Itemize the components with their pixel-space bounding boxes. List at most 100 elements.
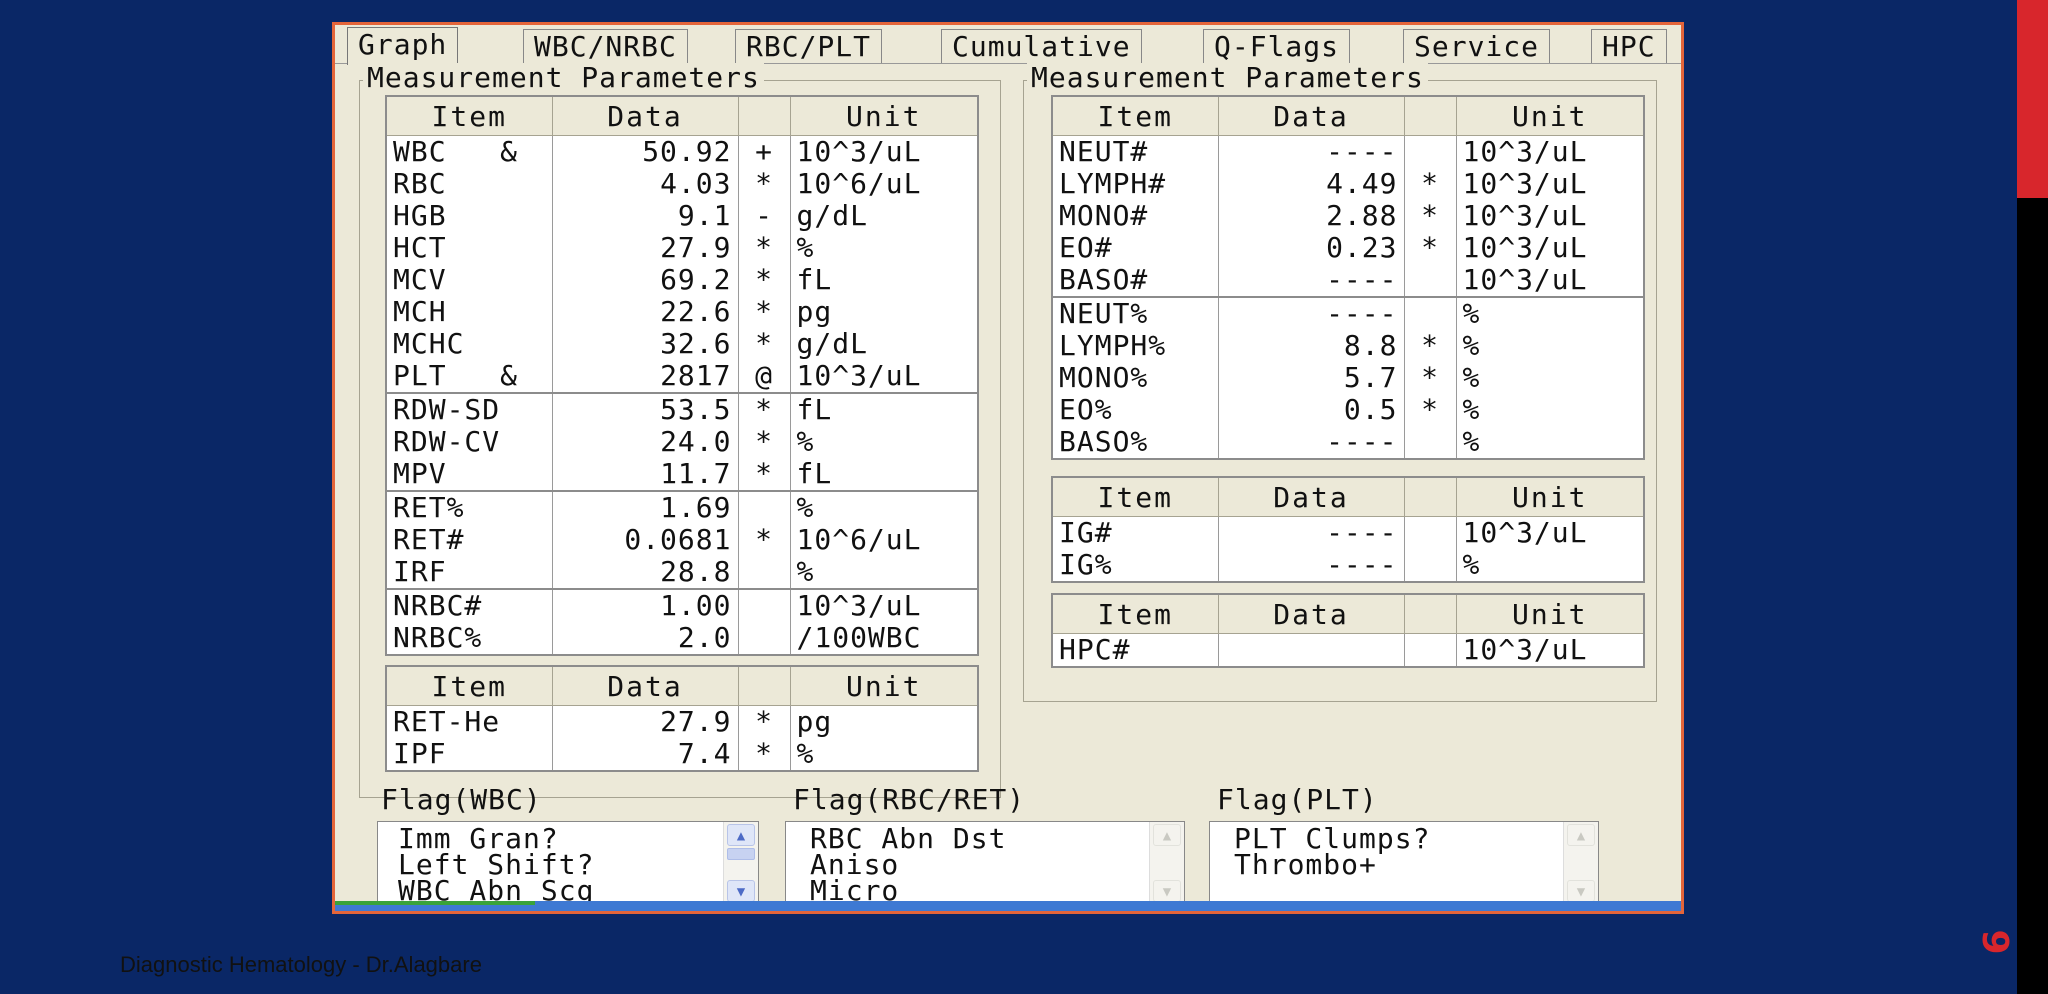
- flag-wbc-label: Flag(WBC): [381, 783, 542, 816]
- cell-data: 4.49: [1217, 168, 1405, 200]
- table-row: RET-He 27.9 * pg: [385, 705, 979, 738]
- cell-unit: 10^3/uL: [789, 135, 979, 168]
- cell-flag: [1403, 426, 1457, 459]
- cell-item: MPV: [385, 458, 553, 491]
- chevron-up-icon[interactable]: ▲: [1153, 824, 1181, 846]
- table-row: IG% ----%: [1051, 549, 1645, 582]
- slide-accent-black-bar: [2017, 198, 2048, 994]
- chevron-up-icon[interactable]: ▲: [1567, 824, 1595, 846]
- cell-flag: *: [737, 738, 791, 771]
- flag-rbc-items: RBC Abn Dst Aniso Micro: [810, 825, 1006, 905]
- right-hpc-table: Item Data Unit HPC# 10^3/uL: [1051, 593, 1645, 668]
- tab-rbc-plt[interactable]: RBC/PLT: [735, 29, 883, 63]
- cell-flag: *: [1403, 168, 1457, 200]
- cell-unit: 10^3/uL: [1455, 168, 1645, 200]
- slide-footer: Diagnostic Hematology - Dr.Alagbare: [120, 952, 482, 977]
- window-bottom-bar: [335, 901, 1681, 911]
- flag-rbc-scrollbar[interactable]: ▲ ▼: [1149, 822, 1184, 906]
- chevron-down-icon[interactable]: ▼: [727, 880, 755, 902]
- cell-data: 5.7: [1217, 362, 1405, 394]
- header-unit: Unit: [789, 95, 979, 136]
- table-row: LYMPH% 8.8 *%: [1051, 330, 1645, 362]
- cell-data: 2817: [551, 360, 739, 393]
- table-row: IRF 28.8%: [385, 556, 979, 589]
- cell-unit: fL: [789, 458, 979, 491]
- right-ig-table: Item Data Unit IG# ---- 10^3/uL IG% ----%: [1051, 476, 1645, 583]
- flag-wbc-scrollbar[interactable]: ▲ ▼: [723, 822, 758, 906]
- header-unit: Unit: [1455, 593, 1645, 634]
- tab-graph[interactable]: Graph: [347, 27, 459, 65]
- cell-unit: fL: [789, 392, 979, 426]
- cell-flag: @: [737, 360, 791, 393]
- tab-cumulative[interactable]: Cumulative: [941, 29, 1142, 63]
- tab-wbc-nrbc[interactable]: WBC/NRBC: [523, 29, 688, 63]
- cell-data: 53.5: [551, 392, 739, 426]
- cell-data: 0.5: [1217, 394, 1405, 426]
- header-unit: Unit: [1455, 95, 1645, 136]
- cell-item: RDW-SD: [385, 392, 553, 426]
- cell-flag: +: [737, 135, 791, 168]
- flag-plt-items: PLT Clumps? Thrombo+: [1234, 825, 1430, 879]
- flag-plt-list[interactable]: PLT Clumps? Thrombo+ ▲ ▼: [1209, 821, 1599, 907]
- cell-unit: pg: [789, 705, 979, 738]
- cell-unit: 10^3/uL: [1455, 135, 1645, 168]
- table-row: NEUT# ---- 10^3/uL: [1051, 135, 1645, 168]
- cell-data: 22.6: [551, 296, 739, 328]
- tab-hpc[interactable]: HPC: [1591, 29, 1667, 63]
- header-item: Item: [1051, 95, 1219, 136]
- tab-q-flags[interactable]: Q-Flags: [1203, 29, 1351, 63]
- table-row: MCV 69.2 * fL: [385, 264, 979, 296]
- cell-item: RET%: [385, 490, 553, 524]
- cell-unit: 10^6/uL: [789, 168, 979, 200]
- table-row: WBC & 50.92 +10^3/uL: [385, 135, 979, 168]
- cell-flag: *: [737, 328, 791, 360]
- chevron-down-icon[interactable]: ▼: [1153, 880, 1181, 902]
- header-flag: [1403, 593, 1457, 634]
- flag-rbc-list[interactable]: RBC Abn Dst Aniso Micro ▲ ▼: [785, 821, 1185, 907]
- tab-service[interactable]: Service: [1403, 29, 1551, 63]
- cell-item: PLT &: [385, 360, 553, 393]
- cell-unit: 10^3/uL: [1455, 200, 1645, 232]
- cell-data: 2.0: [551, 622, 739, 655]
- left-group-title: Measurement Parameters: [363, 63, 764, 93]
- cell-item: HCT: [385, 232, 553, 264]
- slide-accent-red-bar: [2017, 0, 2048, 198]
- cell-unit: %: [1455, 362, 1645, 394]
- flag-wbc-list[interactable]: Imm Gran? Left Shift? WBC Abn Scg ▲ ▼: [377, 821, 759, 907]
- header-item: Item: [385, 95, 553, 136]
- cell-unit: 10^3/uL: [789, 360, 979, 393]
- header-item: Item: [385, 665, 553, 706]
- flag-plt-scrollbar[interactable]: ▲ ▼: [1563, 822, 1598, 906]
- flag-plt-item[interactable]: Thrombo+: [1234, 851, 1430, 879]
- table-row: HCT 27.9 *%: [385, 232, 979, 264]
- header-flag: [1403, 476, 1457, 517]
- cell-item: IRF: [385, 556, 553, 589]
- cell-data: ----: [1217, 516, 1405, 549]
- cell-unit: %: [1455, 426, 1645, 459]
- cell-flag: *: [1403, 362, 1457, 394]
- cell-data: 7.4: [551, 738, 739, 771]
- cell-unit: %: [1455, 296, 1645, 330]
- chevron-up-icon[interactable]: ▲: [727, 824, 755, 846]
- cell-unit: %: [789, 556, 979, 589]
- table-row: RET% 1.69%: [385, 490, 979, 524]
- cell-item: NRBC#: [385, 588, 553, 622]
- header-item: Item: [1051, 593, 1219, 634]
- table-row: EO# 0.23 * 10^3/uL: [1051, 232, 1645, 264]
- cell-flag: -: [737, 200, 791, 232]
- cell-flag: *: [1403, 394, 1457, 426]
- table-row: RBC 4.03 * 10^6/uL: [385, 168, 979, 200]
- table-row: NRBC# 1.00 10^3/uL: [385, 588, 979, 622]
- scroll-thumb[interactable]: [727, 848, 755, 860]
- cell-unit: 10^3/uL: [789, 588, 979, 622]
- cell-unit: %: [1455, 394, 1645, 426]
- header-item: Item: [1051, 476, 1219, 517]
- chevron-down-icon[interactable]: ▼: [1567, 880, 1595, 902]
- cell-item: MCH: [385, 296, 553, 328]
- cell-item: RDW-CV: [385, 426, 553, 458]
- table-row: MCH 22.6 * pg: [385, 296, 979, 328]
- cell-item: BASO#: [1051, 264, 1219, 297]
- cell-item: MCV: [385, 264, 553, 296]
- cell-unit: %: [789, 426, 979, 458]
- cell-unit: %: [1455, 330, 1645, 362]
